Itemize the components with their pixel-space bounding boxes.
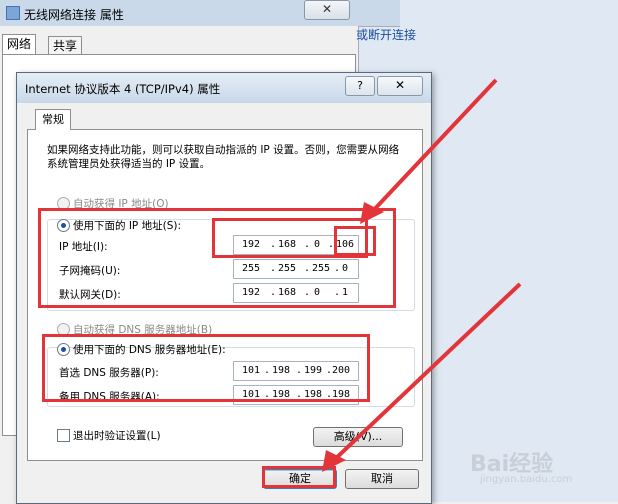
highlight-dns-section — [42, 334, 370, 402]
highlight-last-octet — [334, 226, 376, 256]
back-window-title: 无线网络连接 属性 — [24, 8, 124, 22]
validate-label: 退出时验证设置(L) — [73, 430, 161, 442]
watermark-url: jingyan.baidu.com — [480, 474, 573, 485]
advanced-button[interactable]: 高级(V)... — [313, 427, 403, 447]
disconnect-link[interactable]: 或断开连接 — [356, 26, 416, 43]
dialog-close-button[interactable]: ✕ — [377, 76, 423, 96]
validate-checkbox[interactable] — [57, 429, 70, 442]
highlight-ok-button — [262, 466, 336, 488]
dialog-title: Internet 协议版本 4 (TCP/IPv4) 属性 — [25, 82, 221, 96]
tab-general[interactable]: 常规 — [35, 109, 71, 130]
help-button[interactable]: ? — [345, 76, 375, 96]
tab-network[interactable]: 网络 — [2, 34, 37, 55]
network-icon — [6, 6, 20, 20]
back-close-button[interactable]: ✕ — [304, 0, 350, 20]
tab-sharing[interactable]: 共享 — [48, 36, 83, 55]
description-text: 如果网络支持此功能，则可以获取自动指派的 IP 设置。否则，您需要从网络系统管理… — [47, 144, 400, 170]
cancel-button[interactable]: 取消 — [345, 469, 419, 489]
